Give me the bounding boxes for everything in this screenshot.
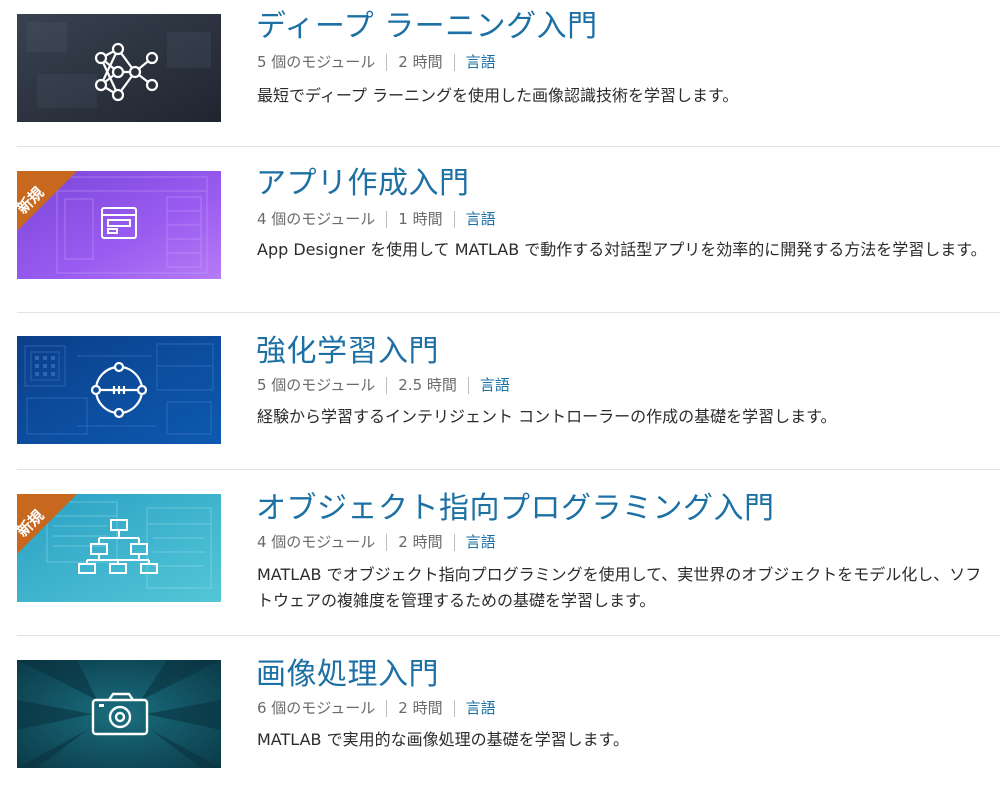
meta-separator <box>453 53 455 71</box>
meta-separator <box>467 376 469 394</box>
course-duration: 2 時間 <box>398 533 443 551</box>
course-duration: 2.5 時間 <box>398 376 457 394</box>
course-title-link[interactable]: オブジェクト指向プログラミング入門 <box>256 492 775 526</box>
course-divider <box>17 146 1000 147</box>
module-count: 4 個のモジュール <box>257 210 376 228</box>
course-thumbnail[interactable] <box>17 336 221 444</box>
course-thumbnail[interactable]: 新規 <box>17 171 221 279</box>
meta-separator <box>386 533 388 551</box>
course-meta: 5 個のモジュール 2.5 時間 言語 <box>257 375 510 395</box>
course-thumbnail-image <box>17 14 221 122</box>
course-meta: 5 個のモジュール 2 時間 言語 <box>257 52 496 72</box>
language-link[interactable]: 言語 <box>466 52 496 72</box>
course-duration: 1 時間 <box>398 210 443 228</box>
language-link[interactable]: 言語 <box>466 698 496 718</box>
course-meta: 4 個のモジュール 2 時間 言語 <box>257 532 496 552</box>
meta-separator <box>386 699 388 717</box>
meta-separator <box>386 53 388 71</box>
course-divider <box>17 469 1000 470</box>
course-title-link[interactable]: ディープ ラーニング入門 <box>256 10 598 44</box>
course-description: MATLAB でオブジェクト指向プログラミングを使用して、実世界のオブジェクトを… <box>257 565 982 610</box>
course-divider <box>17 312 1000 313</box>
module-count: 5 個のモジュール <box>257 376 376 394</box>
course-thumbnail-image <box>17 336 221 444</box>
module-count: 6 個のモジュール <box>257 699 376 717</box>
language-link[interactable]: 言語 <box>466 209 496 229</box>
module-count: 4 個のモジュール <box>257 533 376 551</box>
course-title-link[interactable]: アプリ作成入門 <box>256 167 470 201</box>
language-link[interactable]: 言語 <box>480 375 510 395</box>
course-description: App Designer を使用して MATLAB で動作する対話型アプリを効率… <box>257 240 987 259</box>
course-thumbnail-image: 新規 <box>17 171 221 279</box>
course-thumbnail-image <box>17 660 221 768</box>
course-thumbnail[interactable]: 新規 <box>17 494 221 602</box>
course-description: 経験から学習するインテリジェント コントローラーの作成の基礎を学習します。 <box>257 407 837 426</box>
course-description: MATLAB で実用的な画像処理の基礎を学習します。 <box>257 730 629 749</box>
course-duration: 2 時間 <box>398 699 443 717</box>
meta-separator <box>453 533 455 551</box>
course-description: 最短でディープ ラーニングを使用した画像認識技術を学習します。 <box>257 86 739 105</box>
course-duration: 2 時間 <box>398 53 443 71</box>
module-count: 5 個のモジュール <box>257 53 376 71</box>
language-link[interactable]: 言語 <box>466 532 496 552</box>
meta-separator <box>453 699 455 717</box>
course-title-link[interactable]: 強化学習入門 <box>256 335 439 369</box>
meta-separator <box>453 210 455 228</box>
course-thumbnail-image: 新規 <box>17 494 221 602</box>
course-thumbnail[interactable] <box>17 660 221 768</box>
meta-separator <box>386 376 388 394</box>
course-divider <box>17 635 1000 636</box>
course-title-link[interactable]: 画像処理入門 <box>256 658 439 692</box>
course-thumbnail[interactable] <box>17 14 221 122</box>
course-meta: 6 個のモジュール 2 時間 言語 <box>257 698 496 718</box>
meta-separator <box>386 210 388 228</box>
course-meta: 4 個のモジュール 1 時間 言語 <box>257 209 496 229</box>
